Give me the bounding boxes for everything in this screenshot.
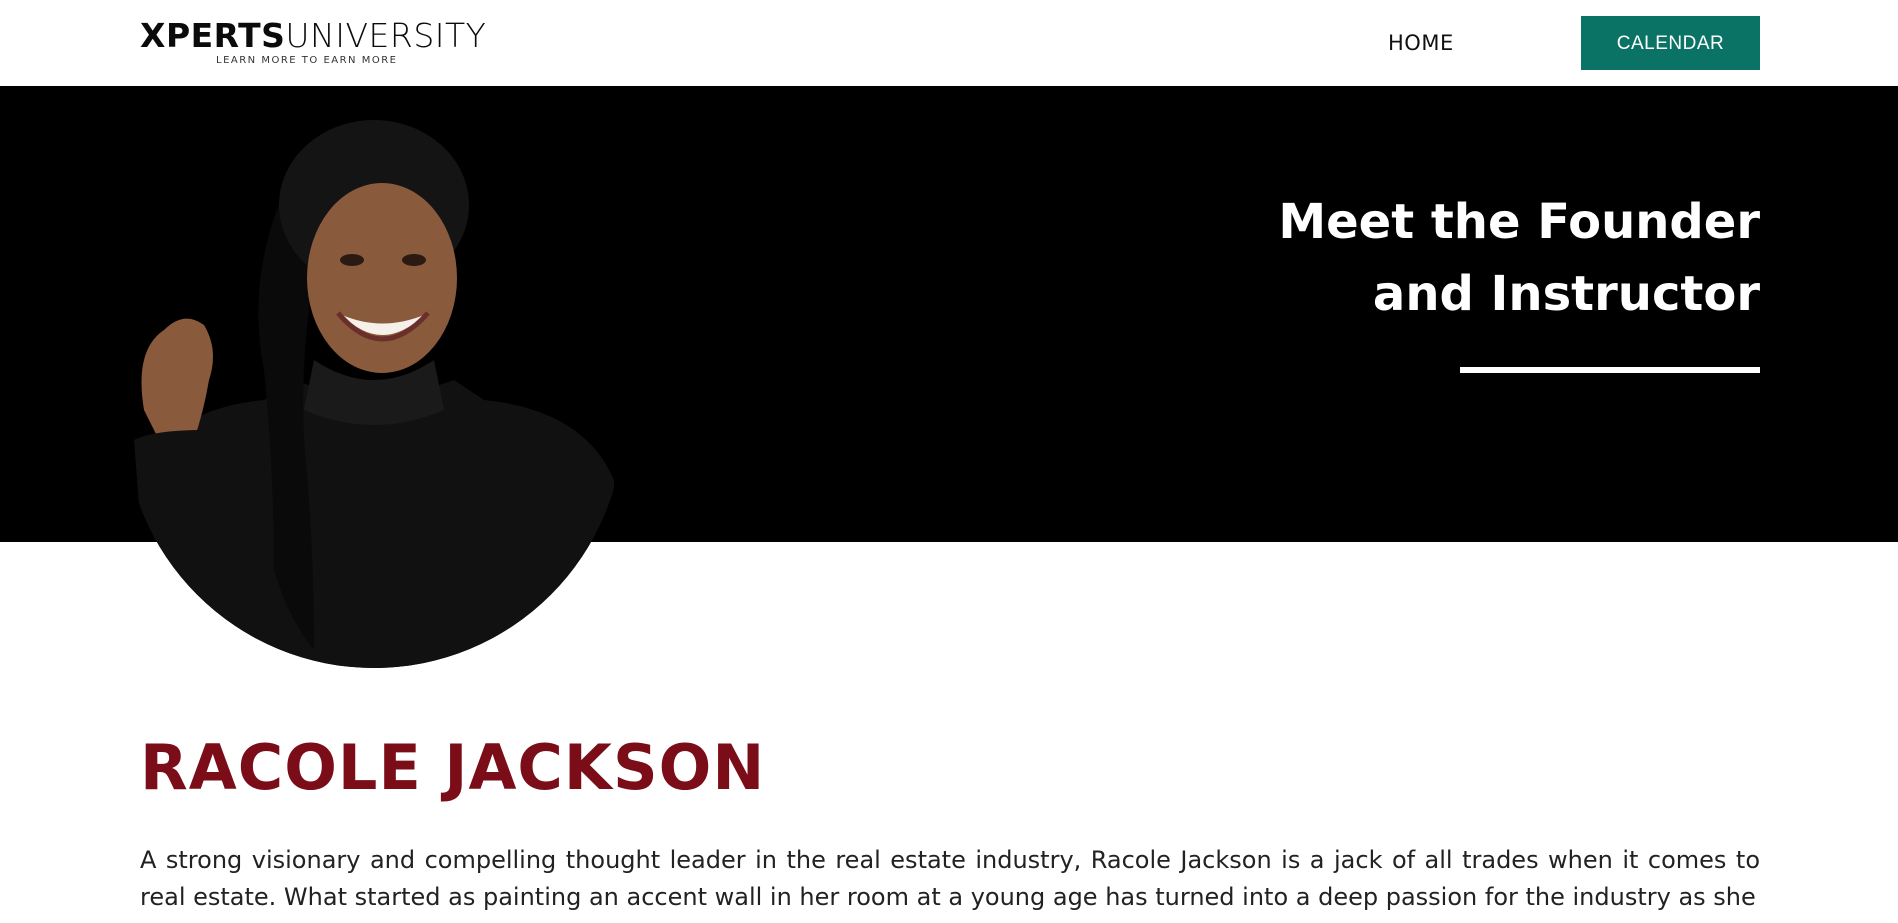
logo-wordmark: XPERTSUNIVERSITY (140, 16, 486, 56)
hero-heading-line2: and Instructor (1372, 266, 1760, 322)
nav-home-link[interactable]: HOME (1388, 28, 1454, 58)
hero-heading-line1: Meet the Founder (1278, 194, 1760, 250)
site-header: XPERTSUNIVERSITY LEARN MORE TO EARN MORE… (0, 0, 1898, 86)
site-logo[interactable]: XPERTSUNIVERSITY LEARN MORE TO EARN MORE (140, 16, 486, 70)
logo-tagline: LEARN MORE TO EARN MORE (216, 55, 398, 66)
hero-divider (1460, 367, 1760, 373)
logo-brand-bold: XPERTS (140, 16, 286, 55)
founder-name: RACOLE JACKSON (140, 731, 766, 804)
founder-bio-paragraph: A strong visionary and compelling though… (140, 846, 1760, 911)
person-photo-icon (124, 110, 624, 668)
hero-heading: Meet the Founder and Instructor (1200, 186, 1760, 330)
calendar-button[interactable]: CALENDAR (1581, 16, 1760, 70)
founder-portrait (124, 110, 624, 668)
logo-brand-light: UNIVERSITY (285, 16, 487, 55)
